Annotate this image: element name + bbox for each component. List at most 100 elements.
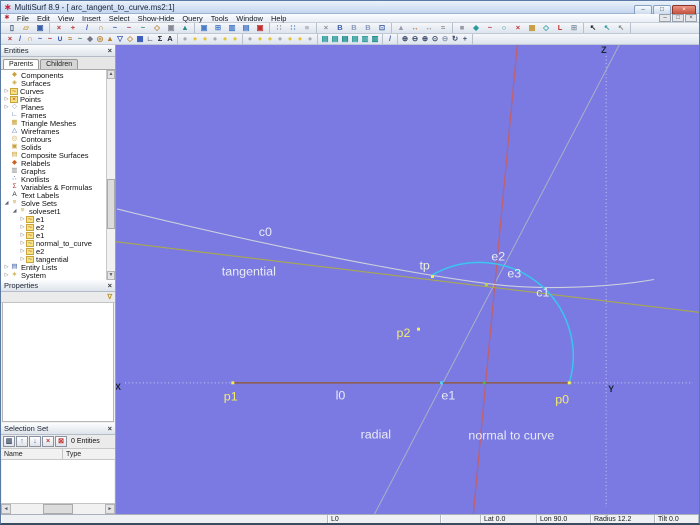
view-single-icon[interactable]: ▣ (197, 23, 211, 33)
line-entity-icon[interactable]: / (15, 34, 25, 44)
snake-entity-icon[interactable]: ~ (75, 34, 85, 44)
magnet-entity-icon[interactable]: ◆ (85, 34, 95, 44)
hide-parents-icon[interactable]: ● (210, 34, 220, 44)
show-all-icon[interactable]: ● (245, 34, 255, 44)
view-quad-icon[interactable]: ⊞ (211, 23, 225, 33)
mass-properties-icon[interactable]: ▲ (394, 23, 408, 33)
mesh-tool-icon[interactable]: ▦ (525, 23, 539, 33)
viewport[interactable]: c0 tangential tp e2 e3 c1 p2 p1 l0 e1 p0 radial norm… (116, 45, 699, 514)
cut-tool-icon[interactable]: × (319, 23, 333, 33)
copy-view-icon[interactable]: ▤ (320, 34, 330, 44)
menu-file[interactable]: File (13, 14, 33, 23)
tab-parents[interactable]: Parents (3, 59, 40, 69)
hscroll-thumb[interactable] (42, 504, 74, 514)
expander-icon[interactable]: ◢ (3, 200, 10, 206)
zoom-in-icon[interactable]: ⊕ (400, 34, 410, 44)
paste-tool-icon[interactable]: B (347, 23, 361, 33)
tangential-line[interactable] (116, 241, 699, 313)
menu-view[interactable]: View (54, 14, 78, 23)
tree-item-components[interactable]: ◆ Components (1, 71, 106, 80)
expander-icon[interactable]: ▷ (19, 240, 26, 246)
insert-plane-icon[interactable]: ▲ (178, 23, 192, 33)
expander-icon[interactable]: ◢ (11, 208, 18, 214)
expander-icon[interactable]: ▷ (19, 216, 26, 222)
p0-point[interactable] (567, 381, 571, 385)
digitize-point-icon[interactable]: + (66, 23, 80, 33)
tree-item-normal-to-curve[interactable]: ▷ ~ normal_to_curve (1, 239, 106, 248)
zoom-out-icon[interactable]: ⊖ (410, 34, 420, 44)
show-children-icon[interactable]: ● (220, 34, 230, 44)
hscroll-track[interactable] (11, 504, 105, 514)
tree-item-points[interactable]: ▷ × Points (1, 95, 106, 104)
insert-line-icon[interactable]: / (80, 23, 94, 33)
circle-tool-icon[interactable]: ○ (497, 23, 511, 33)
hide-entity-icon[interactable]: ● (190, 34, 200, 44)
grid-tool-icon[interactable]: ⊞ (567, 23, 581, 33)
arc-entity-icon[interactable]: ∩ (25, 34, 35, 44)
select-children-icon[interactable]: ↖ (614, 23, 628, 33)
tab-children[interactable]: Children (40, 59, 79, 69)
menu-show-hide[interactable]: Show-Hide (134, 14, 179, 23)
tree-item-solveset1[interactable]: ◢ ≡ solveset1 (1, 207, 106, 216)
show-curves-icon[interactable]: ● (305, 34, 315, 44)
expander-icon[interactable]: ▷ (19, 256, 26, 262)
close-icon[interactable]: × (108, 281, 112, 291)
open-folder-icon[interactable]: ▱ (19, 23, 33, 33)
hide-all-icon[interactable]: ● (255, 34, 265, 44)
zoom-extents-icon[interactable]: ⊙ (430, 34, 440, 44)
expander-icon[interactable]: ▷ (3, 264, 10, 270)
entities-scrollbar[interactable]: ▲ ▼ (106, 70, 115, 280)
copy-tool-icon[interactable]: B (333, 23, 347, 33)
insert-arc-icon[interactable]: ∩ (94, 23, 108, 33)
pan-view-icon[interactable]: + (460, 34, 470, 44)
tree-item-graphs[interactable]: ▥ Graphs (1, 167, 106, 176)
paste-entities-icon[interactable]: ▤ (350, 34, 360, 44)
tp-point[interactable] (430, 275, 434, 279)
expander-icon[interactable]: ▷ (3, 96, 10, 102)
annotation-icon[interactable]: ⊡ (375, 23, 389, 33)
scroll-thumb[interactable] (107, 178, 115, 229)
scroll-left-icon[interactable]: ◄ (1, 504, 11, 514)
delete-entity-icon[interactable]: × (52, 23, 66, 33)
tree-item-e1[interactable]: ▷ ~ e1 (1, 215, 106, 224)
ccurve-entity-icon[interactable]: ~ (45, 34, 55, 44)
insert-solid-icon[interactable]: ▣ (164, 23, 178, 33)
measure-offsets-icon[interactable]: ↔ (422, 23, 436, 33)
close-icon[interactable]: × (108, 424, 112, 434)
tree-item-contours[interactable]: ◎ Contours (1, 135, 106, 144)
select-cursor-icon[interactable]: ↖ (586, 23, 600, 33)
mesh-surface-icon[interactable]: ▦ (135, 34, 145, 44)
remove-selected-icon[interactable]: × (42, 436, 54, 447)
invert-visibility-icon[interactable]: ● (285, 34, 295, 44)
insert-ccurve-icon[interactable]: ~ (122, 23, 136, 33)
tree-item-composite-surfaces[interactable]: ▤ Composite Surfaces (1, 151, 106, 160)
view-render-icon[interactable]: ▣ (253, 23, 267, 33)
measure-angle-icon[interactable]: ≈ (436, 23, 450, 33)
curvature-tool-icon[interactable]: ~ (483, 23, 497, 33)
tree-item-entity-lists[interactable]: ▷ ▤ Entity Lists (1, 263, 106, 272)
tangent-intersection-point[interactable] (484, 282, 488, 286)
columns-icon[interactable]: ▥ (3, 436, 15, 447)
zoom-previous-icon[interactable]: ⊖ (440, 34, 450, 44)
menu-query[interactable]: Query (178, 14, 206, 23)
menu-help[interactable]: Help (267, 14, 290, 23)
expander-icon[interactable]: ▷ (19, 248, 26, 254)
minimize-document-button[interactable]: – (659, 14, 671, 22)
column-name[interactable]: Name (1, 449, 63, 459)
move-up-icon[interactable]: ↑ (16, 436, 28, 447)
show-selected-icon[interactable]: ● (265, 34, 275, 44)
hide-selected-icon[interactable]: ● (275, 34, 285, 44)
expander-icon[interactable]: ▷ (3, 88, 10, 94)
column-type[interactable]: Type (63, 449, 115, 459)
move-down-icon[interactable]: ↓ (29, 436, 41, 447)
measure-distance-icon[interactable]: ↔ (408, 23, 422, 33)
c0-curve[interactable] (116, 208, 655, 289)
tree-item-system[interactable]: ▷ ∗ System (1, 271, 106, 280)
scroll-right-icon[interactable]: ► (105, 504, 115, 514)
point-snap-icon[interactable]: ∷ (286, 23, 300, 33)
ruled-surface-icon[interactable]: ▲ (105, 34, 115, 44)
insert-bcurve-icon[interactable]: ~ (108, 23, 122, 33)
sketch-pen-icon[interactable]: / (385, 34, 395, 44)
e1-point[interactable] (439, 381, 443, 385)
textlabel-entity-icon[interactable]: A (165, 34, 175, 44)
